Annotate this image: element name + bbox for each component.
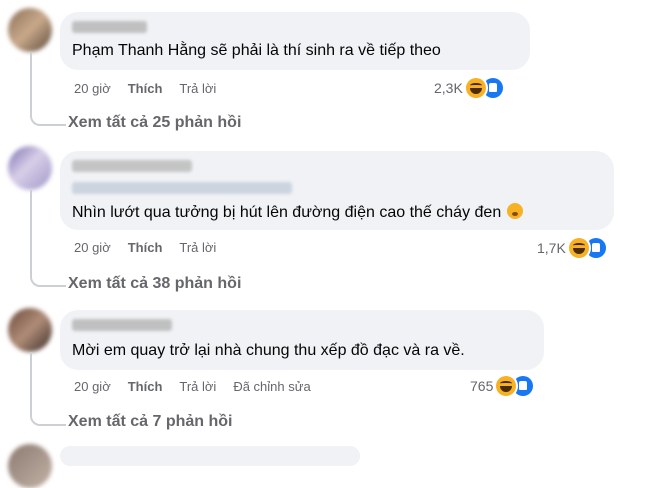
avatar-next-comment[interactable] — [8, 444, 52, 488]
like-button[interactable]: Thích — [128, 81, 163, 96]
comment-time[interactable]: 20 giờ — [74, 379, 111, 394]
comment-actions: 20 giờ Thích Trả lời — [74, 240, 233, 255]
like-icon — [585, 238, 606, 258]
thread-connector — [30, 352, 66, 426]
comment-bubble: Nhìn lướt qua tưởng bị hút lên đường điệ… — [60, 151, 614, 230]
reply-button[interactable]: Trả lời — [179, 81, 216, 96]
avatar[interactable] — [8, 8, 52, 52]
reaction-count: 1,7K — [537, 240, 566, 256]
reaction-count: 2,3K — [434, 80, 463, 96]
comment-bubble: Phạm Thanh Hằng sẽ phải là thí sinh ra v… — [60, 12, 530, 70]
reaction-summary[interactable]: 2,3K — [434, 78, 503, 98]
comment-actions: 20 giờ Thích Trả lời Đã chỉnh sửa — [74, 379, 328, 394]
reaction-summary[interactable]: 1,7K — [537, 238, 606, 258]
avatar[interactable] — [8, 308, 52, 352]
comment-time[interactable]: 20 giờ — [74, 81, 111, 96]
reaction-summary[interactable]: 765 — [470, 376, 534, 396]
haha-icon — [568, 238, 589, 258]
commenter-badge-redacted[interactable] — [72, 182, 292, 194]
reply-button[interactable]: Trả lời — [179, 379, 216, 394]
avatar[interactable] — [8, 146, 52, 190]
like-icon — [482, 78, 503, 98]
comment-bubble: Mời em quay trở lại nhà chung thu xếp đồ… — [60, 310, 544, 370]
edited-label: Đã chỉnh sửa — [233, 379, 311, 394]
reply-button[interactable]: Trả lời — [179, 240, 216, 255]
thread-connector — [30, 52, 66, 126]
haha-icon — [465, 78, 486, 98]
view-replies-link[interactable]: Xem tất cả 7 phản hồi — [68, 413, 232, 431]
like-icon — [513, 376, 534, 396]
comment-text: Nhìn lướt qua tưởng bị hút lên đường điệ… — [72, 203, 524, 222]
haha-icon — [496, 376, 517, 396]
thread-connector — [30, 190, 66, 287]
commenter-name-redacted[interactable] — [72, 21, 147, 33]
view-replies-link[interactable]: Xem tất cả 38 phản hồi — [68, 275, 241, 293]
reaction-count: 765 — [470, 378, 494, 394]
next-comment-bubble — [60, 446, 360, 466]
commenter-name-redacted[interactable] — [72, 160, 192, 172]
comment-text: Mời em quay trở lại nhà chung thu xếp đồ… — [72, 342, 465, 359]
commenter-name-redacted[interactable] — [72, 319, 172, 331]
flushed-face-icon — [507, 203, 524, 219]
view-replies-link[interactable]: Xem tất cả 25 phản hồi — [68, 114, 241, 132]
like-button[interactable]: Thích — [128, 240, 163, 255]
comment-actions: 20 giờ Thích Trả lời — [74, 81, 233, 96]
like-button[interactable]: Thích — [128, 379, 163, 394]
comment-time[interactable]: 20 giờ — [74, 240, 111, 255]
comment-text: Phạm Thanh Hằng sẽ phải là thí sinh ra v… — [72, 42, 441, 59]
